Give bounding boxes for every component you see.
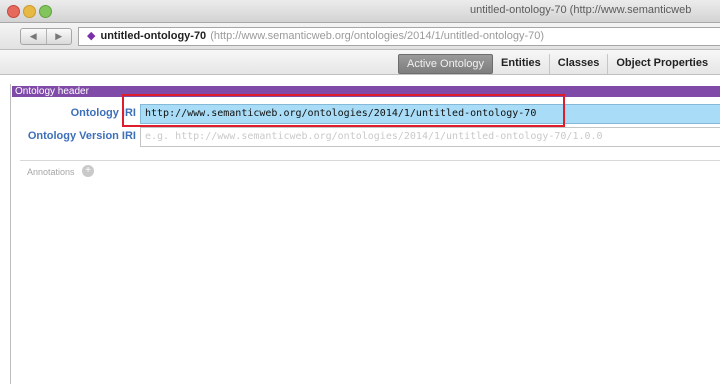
zoom-window-icon[interactable] [39, 5, 52, 18]
back-arrow-icon[interactable]: ◀ [21, 29, 47, 44]
history-buttons: ◀ ▶ [20, 28, 72, 45]
window-titlebar: untitled-ontology-70 (http://www.semanti… [0, 0, 720, 23]
ontology-diamond-icon: ◆ [87, 30, 96, 42]
ontology-version-iri-field[interactable]: e.g. http://www.semanticweb.org/ontologi… [140, 127, 720, 147]
tab-entities[interactable]: Entities [493, 54, 549, 74]
ontology-iri-row: Ontology IRI http://www.semanticweb.org/… [12, 104, 720, 124]
close-window-icon[interactable] [7, 5, 20, 18]
forward-arrow-icon[interactable]: ▶ [47, 29, 72, 44]
tab-classes[interactable]: Classes [548, 54, 608, 74]
ontology-iri-label: Ontology IRI [70, 107, 136, 119]
ontology-version-iri-row: Ontology Version IRI e.g. http://www.sem… [12, 127, 720, 147]
minimize-window-icon[interactable] [23, 5, 36, 18]
ontology-version-iri-label: Ontology Version IRI [27, 130, 136, 142]
ontology-name: untitled-ontology-70 [100, 30, 207, 42]
add-circle-icon[interactable]: + [82, 165, 94, 177]
annotations-section: Annotations + [20, 160, 720, 385]
tab-active-ontology[interactable]: Active Ontology [398, 54, 494, 74]
tab-bar: Active Ontology Entities Classes Object … [0, 50, 720, 75]
annotations-label: Annotations [27, 167, 75, 177]
ontology-uri: (http://www.semanticweb.org/ontologies/2… [210, 30, 545, 42]
ontology-iri-field[interactable]: http://www.semanticweb.org/ontologies/20… [140, 104, 720, 124]
ontology-header-title: Ontology header [12, 86, 720, 97]
tab-object-properties[interactable]: Object Properties [607, 54, 716, 74]
ontology-address-bar[interactable]: ◆ untitled-ontology-70 (http://www.semanti… [78, 27, 720, 46]
navigation-bar: ◀ ▶ ◆ untitled-ontology-70 (http://www.sem… [0, 23, 720, 50]
window-title: untitled-ontology-70 (http://www.semanti… [470, 4, 692, 16]
